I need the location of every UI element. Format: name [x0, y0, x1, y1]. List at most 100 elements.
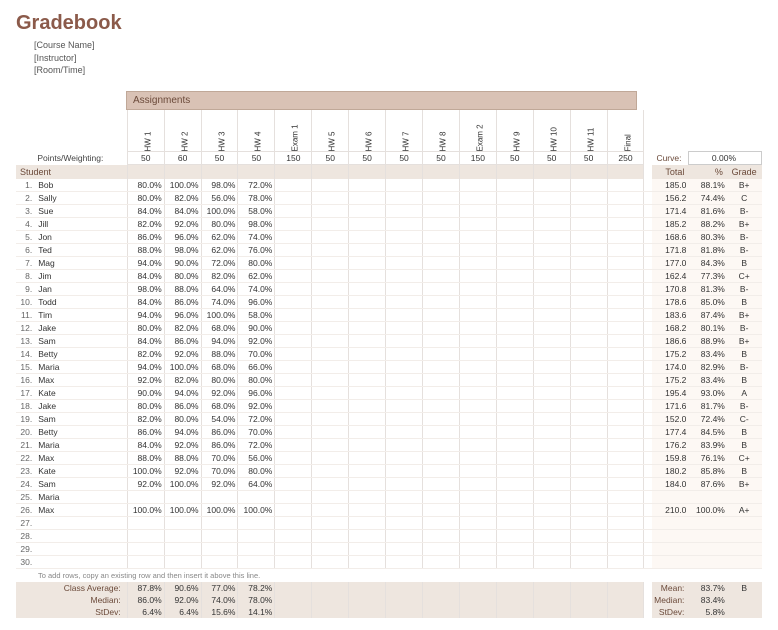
score-cell[interactable]: [607, 270, 644, 283]
score-cell[interactable]: 100.0%: [238, 504, 275, 517]
score-cell[interactable]: [570, 257, 607, 270]
student-name[interactable]: Sam: [34, 478, 127, 491]
score-cell[interactable]: [533, 179, 570, 192]
score-cell[interactable]: [349, 335, 386, 348]
score-cell[interactable]: [423, 361, 460, 374]
student-name[interactable]: Jim: [34, 270, 127, 283]
score-cell[interactable]: [386, 517, 423, 530]
score-cell[interactable]: [349, 543, 386, 556]
score-cell[interactable]: [570, 270, 607, 283]
score-cell[interactable]: 88.0%: [164, 283, 201, 296]
score-cell[interactable]: [570, 322, 607, 335]
student-name[interactable]: Sue: [34, 205, 127, 218]
score-cell[interactable]: 96.0%: [238, 387, 275, 400]
score-cell[interactable]: [570, 218, 607, 231]
score-cell[interactable]: [312, 231, 349, 244]
score-cell[interactable]: [607, 556, 644, 569]
score-cell[interactable]: [533, 296, 570, 309]
score-cell[interactable]: [570, 309, 607, 322]
score-cell[interactable]: [496, 335, 533, 348]
score-cell[interactable]: [349, 413, 386, 426]
score-cell[interactable]: [275, 478, 312, 491]
score-cell[interactable]: [607, 478, 644, 491]
score-cell[interactable]: [238, 517, 275, 530]
score-cell[interactable]: [459, 504, 496, 517]
score-cell[interactable]: [275, 387, 312, 400]
score-cell[interactable]: [570, 374, 607, 387]
score-cell[interactable]: [607, 231, 644, 244]
score-cell[interactable]: 82.0%: [201, 270, 238, 283]
score-cell[interactable]: [459, 283, 496, 296]
score-cell[interactable]: [607, 439, 644, 452]
score-cell[interactable]: [496, 478, 533, 491]
score-cell[interactable]: [275, 491, 312, 504]
score-cell[interactable]: [312, 283, 349, 296]
score-cell[interactable]: [423, 205, 460, 218]
score-cell[interactable]: 58.0%: [238, 309, 275, 322]
score-cell[interactable]: 92.0%: [238, 335, 275, 348]
score-cell[interactable]: [496, 348, 533, 361]
score-cell[interactable]: [423, 491, 460, 504]
score-cell[interactable]: [275, 452, 312, 465]
score-cell[interactable]: [349, 257, 386, 270]
score-cell[interactable]: [607, 504, 644, 517]
score-cell[interactable]: [349, 270, 386, 283]
score-cell[interactable]: [386, 426, 423, 439]
score-cell[interactable]: [459, 517, 496, 530]
points-cell[interactable]: 150: [275, 152, 312, 165]
score-cell[interactable]: [496, 517, 533, 530]
score-cell[interactable]: [275, 517, 312, 530]
student-name[interactable]: Maria: [34, 491, 127, 504]
score-cell[interactable]: 84.0%: [127, 270, 164, 283]
score-cell[interactable]: 82.0%: [127, 218, 164, 231]
score-cell[interactable]: [459, 387, 496, 400]
score-cell[interactable]: 68.0%: [201, 322, 238, 335]
score-cell[interactable]: [570, 244, 607, 257]
score-cell[interactable]: [607, 426, 644, 439]
score-cell[interactable]: [164, 530, 201, 543]
score-cell[interactable]: [423, 179, 460, 192]
score-cell[interactable]: 54.0%: [201, 413, 238, 426]
score-cell[interactable]: [127, 491, 164, 504]
score-cell[interactable]: [386, 452, 423, 465]
score-cell[interactable]: [238, 556, 275, 569]
score-cell[interactable]: 98.0%: [238, 218, 275, 231]
score-cell[interactable]: 70.0%: [201, 452, 238, 465]
score-cell[interactable]: [349, 504, 386, 517]
score-cell[interactable]: 72.0%: [238, 179, 275, 192]
score-cell[interactable]: [386, 543, 423, 556]
score-cell[interactable]: 94.0%: [127, 257, 164, 270]
student-name[interactable]: Mag: [34, 257, 127, 270]
score-cell[interactable]: [312, 335, 349, 348]
score-cell[interactable]: 94.0%: [164, 387, 201, 400]
score-cell[interactable]: [459, 244, 496, 257]
score-cell[interactable]: [496, 309, 533, 322]
score-cell[interactable]: [349, 179, 386, 192]
score-cell[interactable]: [423, 231, 460, 244]
score-cell[interactable]: [312, 205, 349, 218]
score-cell[interactable]: [607, 192, 644, 205]
points-cell[interactable]: 150: [459, 152, 496, 165]
score-cell[interactable]: [423, 439, 460, 452]
score-cell[interactable]: [459, 543, 496, 556]
score-cell[interactable]: [496, 244, 533, 257]
score-cell[interactable]: [275, 465, 312, 478]
student-name[interactable]: Kate: [34, 465, 127, 478]
score-cell[interactable]: [238, 491, 275, 504]
score-cell[interactable]: [533, 517, 570, 530]
student-name[interactable]: Max: [34, 504, 127, 517]
score-cell[interactable]: [496, 452, 533, 465]
student-name[interactable]: Max: [34, 452, 127, 465]
score-cell[interactable]: [312, 257, 349, 270]
score-cell[interactable]: [275, 192, 312, 205]
score-cell[interactable]: [423, 257, 460, 270]
score-cell[interactable]: [533, 426, 570, 439]
score-cell[interactable]: [570, 283, 607, 296]
score-cell[interactable]: 88.0%: [164, 452, 201, 465]
score-cell[interactable]: 94.0%: [127, 361, 164, 374]
score-cell[interactable]: [459, 218, 496, 231]
score-cell[interactable]: [312, 361, 349, 374]
score-cell[interactable]: [275, 374, 312, 387]
score-cell[interactable]: [496, 192, 533, 205]
score-cell[interactable]: [607, 374, 644, 387]
